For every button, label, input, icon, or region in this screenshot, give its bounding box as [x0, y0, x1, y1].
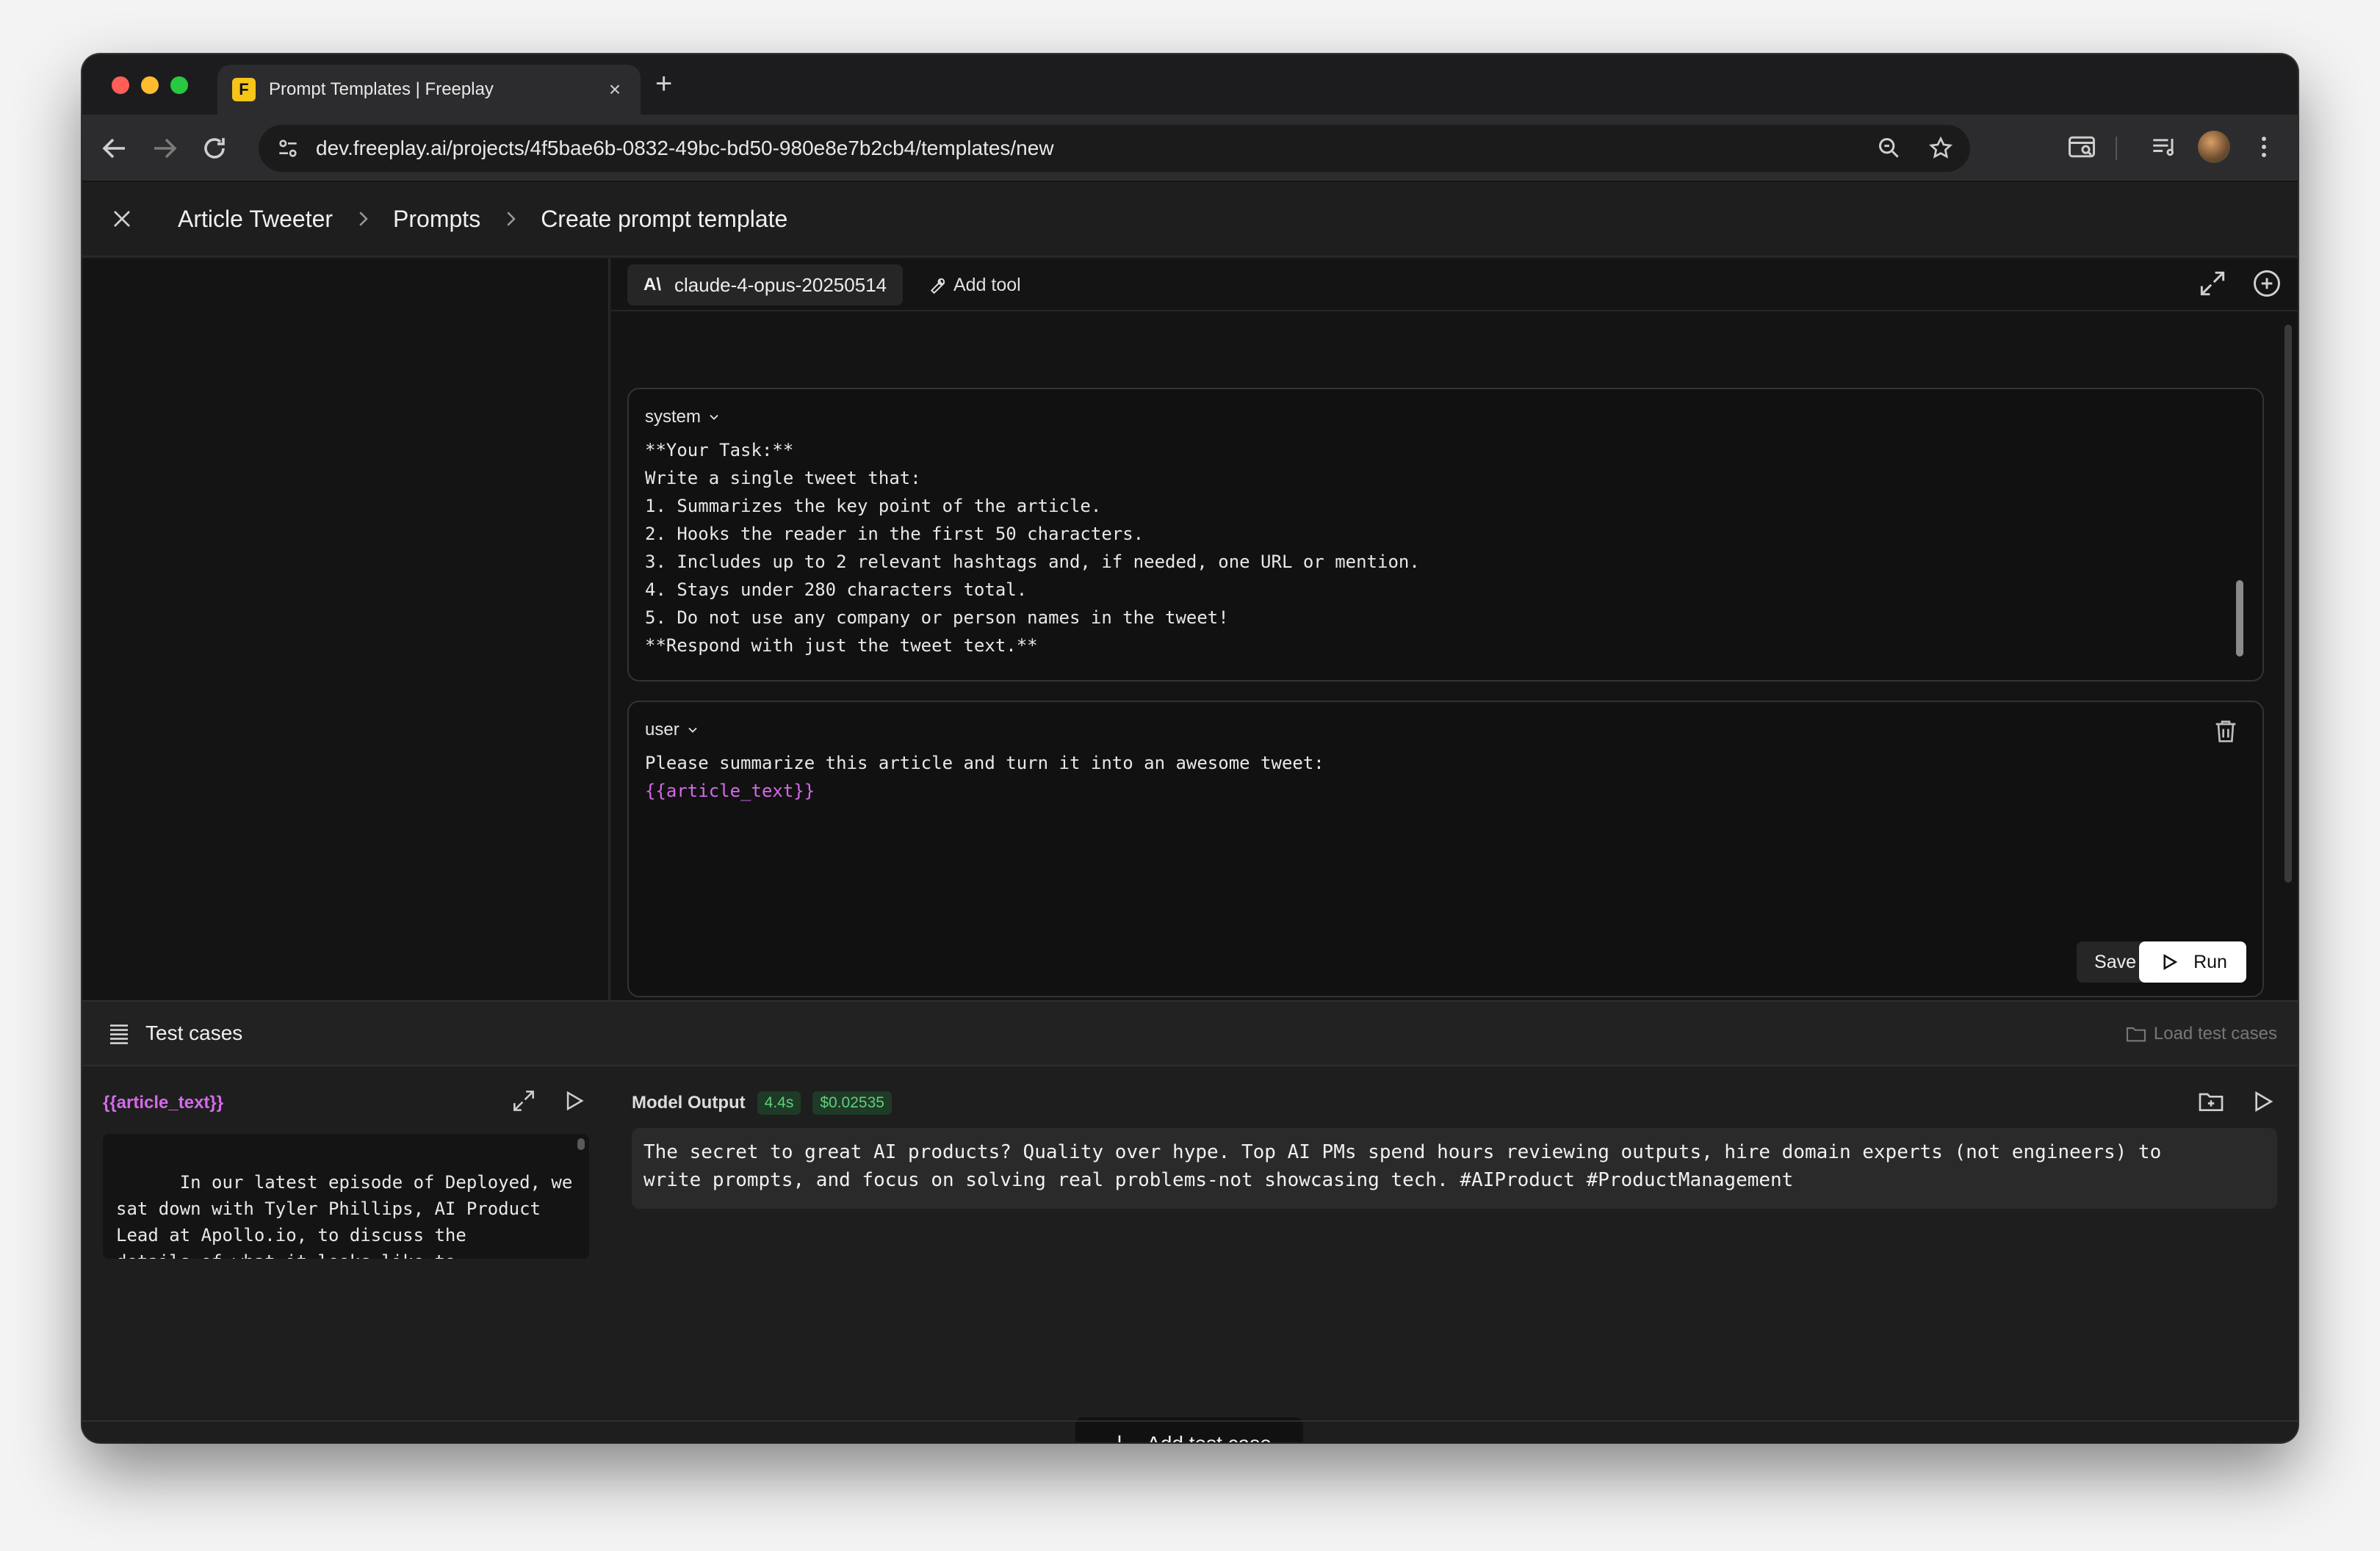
test-cases-title: Test cases	[145, 1022, 243, 1044]
user-message-text[interactable]: Please summarize this article and turn i…	[645, 749, 2218, 805]
minimize-window-button[interactable]	[141, 76, 159, 94]
variable-value-input[interactable]: In our latest episode of Deployed, we sa…	[103, 1134, 589, 1259]
system-message-box[interactable]: system **Your Task:** Write a single twe…	[627, 388, 2264, 682]
browser-menu-icon[interactable]	[2248, 131, 2280, 163]
site-settings-icon[interactable]	[273, 134, 303, 163]
list-icon	[106, 1020, 132, 1046]
role-label: system	[645, 407, 702, 427]
model-name: claude-4-opus-20250514	[674, 273, 887, 296]
address-bar[interactable]: dev.freeplay.ai/projects/4f5bae6b-0832-4…	[259, 125, 1970, 172]
variable-token: {{article_text}}	[645, 781, 815, 801]
new-tab-icon[interactable]: +	[655, 68, 672, 101]
divider	[82, 1420, 2298, 1422]
back-arrow-icon[interactable]	[97, 131, 132, 166]
add-message-icon[interactable]	[2251, 267, 2283, 300]
plus-icon	[1118, 1435, 1121, 1442]
freeplay-favicon-icon: F	[232, 78, 256, 101]
browser-tab[interactable]: F Prompt Templates | Freeplay ×	[217, 65, 641, 115]
system-role-selector[interactable]: system	[645, 407, 721, 427]
model-output-label: Model Output	[632, 1093, 746, 1113]
editor-toolbar: A\ claude-4-opus-20250514 Add tool	[611, 258, 2298, 311]
system-scrollbar[interactable]	[2236, 580, 2243, 657]
breadcrumb-current: Create prompt template	[541, 205, 788, 232]
user-message-line: Please summarize this article and turn i…	[645, 753, 1324, 773]
test-cases-header: Test cases Load test cases	[82, 1000, 2298, 1066]
breadcrumb-prompts[interactable]: Prompts	[393, 206, 480, 233]
chevron-right-icon	[352, 208, 374, 230]
expand-icon[interactable]	[510, 1087, 538, 1115]
browser-toolbar: dev.freeplay.ai/projects/4f5bae6b-0832-4…	[82, 115, 2298, 182]
maximize-window-button[interactable]	[170, 76, 188, 94]
model-selector[interactable]: A\ claude-4-opus-20250514	[627, 264, 904, 306]
run-output-icon[interactable]	[2248, 1087, 2277, 1116]
anthropic-logo-icon: A\	[643, 275, 661, 294]
toolbar-divider	[2116, 137, 2117, 160]
cost-badge: $0.02535	[812, 1091, 892, 1115]
run-label: Run	[2193, 951, 2227, 972]
role-label: user	[645, 720, 679, 740]
load-test-cases-button[interactable]: Load test cases	[2124, 1022, 2277, 1046]
latency-badge: 4.4s	[757, 1091, 801, 1115]
browser-window: F Prompt Templates | Freeplay × + dev.fr…	[82, 54, 2298, 1442]
variable-name: {{article_text}}	[103, 1093, 224, 1113]
variable-scrollbar[interactable]	[577, 1138, 585, 1150]
play-icon	[2163, 954, 2178, 970]
reload-icon[interactable]	[197, 131, 232, 166]
save-to-folder-icon[interactable]	[2196, 1087, 2226, 1116]
profile-avatar[interactable]	[2198, 131, 2230, 163]
prompt-editor: A\ claude-4-opus-20250514 Add tool syste…	[611, 258, 2298, 1000]
media-controls-icon[interactable]	[2148, 131, 2180, 163]
user-message-box[interactable]: user Please summarize this article and t…	[627, 701, 2264, 997]
user-role-selector[interactable]: user	[645, 720, 700, 740]
zoom-icon[interactable]	[1875, 134, 1904, 163]
variable-value-text: In our latest episode of Deployed, we sa…	[116, 1172, 573, 1259]
model-output-text: The secret to great AI products? Quality…	[632, 1128, 2277, 1209]
left-panel	[82, 258, 610, 1000]
tab-title: Prompt Templates | Freeplay	[269, 79, 494, 99]
tab-search-icon[interactable]	[2066, 131, 2098, 163]
close-window-button[interactable]	[112, 76, 129, 94]
expand-icon[interactable]	[2196, 267, 2229, 300]
load-test-cases-label: Load test cases	[2153, 1024, 2277, 1044]
forward-arrow-icon[interactable]	[147, 131, 182, 166]
app-header: Article Tweeter Prompts Create prompt te…	[82, 182, 2298, 257]
run-button[interactable]: Run	[2139, 941, 2246, 983]
system-message-text[interactable]: **Your Task:** Write a single tweet that…	[645, 436, 2218, 659]
model-output-header: Model Output 4.4s $0.02535	[632, 1091, 892, 1115]
wrench-icon	[928, 275, 948, 294]
url-text[interactable]: dev.freeplay.ai/projects/4f5bae6b-0832-4…	[316, 137, 1875, 160]
tab-strip: F Prompt Templates | Freeplay × +	[82, 54, 2298, 115]
chevron-down-icon	[707, 410, 721, 424]
tab-close-icon[interactable]: ×	[604, 78, 626, 101]
run-test-case-icon[interactable]	[560, 1087, 588, 1115]
chevron-right-icon	[500, 208, 522, 230]
bookmark-star-icon[interactable]	[1926, 134, 1955, 163]
add-tool-label: Add tool	[953, 274, 1021, 295]
close-editor-icon[interactable]	[107, 204, 137, 234]
breadcrumb: Article Tweeter Prompts Create prompt te…	[178, 206, 787, 233]
add-tool-button[interactable]: Add tool	[928, 264, 1021, 306]
trash-icon[interactable]	[2211, 717, 2240, 746]
avatar[interactable]	[2198, 131, 2230, 163]
editor-scrollbar[interactable]	[2285, 325, 2292, 883]
chevron-down-icon	[685, 723, 700, 737]
breadcrumb-project[interactable]: Article Tweeter	[178, 206, 333, 233]
add-test-case-label: Add test case	[1147, 1432, 1272, 1442]
folder-icon	[2124, 1022, 2148, 1046]
test-case-area: {{article_text}} In our latest episode o…	[82, 1066, 2298, 1442]
